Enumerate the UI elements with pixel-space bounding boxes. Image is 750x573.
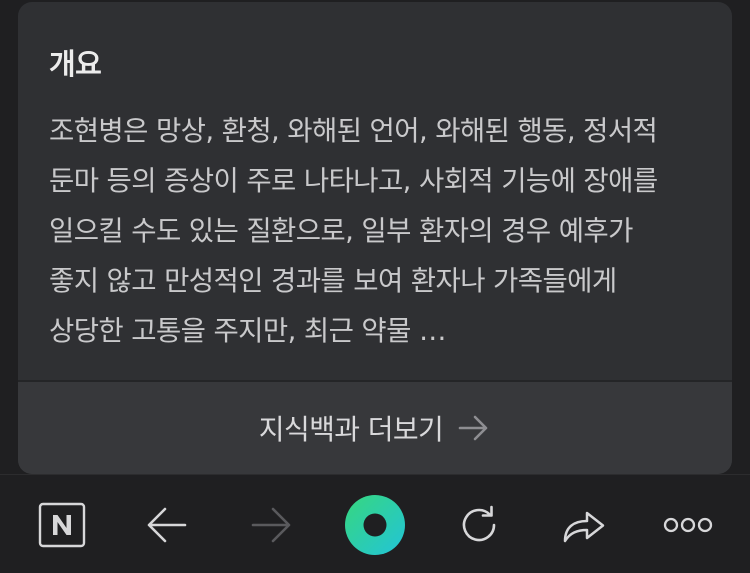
green-dot-icon: [345, 494, 405, 555]
more-button-label: 지식백과 더보기: [258, 413, 444, 446]
more-dots-icon: [663, 517, 713, 532]
encyclopedia-more-button[interactable]: 지식백과 더보기: [18, 382, 732, 474]
page: 개요 조현병은 망상, 환청, 와해된 언어, 와해된 행동, 정서적 둔마 등…: [0, 0, 750, 573]
forward-button[interactable]: [226, 475, 316, 573]
naver-home-button[interactable]: [17, 475, 107, 573]
more-menu-button[interactable]: [643, 475, 733, 573]
arrow-left-icon: [147, 507, 187, 542]
encyclopedia-summary-card: 개요 조현병은 망상, 환청, 와해된 언어, 와해된 행동, 정서적 둔마 등…: [18, 2, 732, 474]
share-icon: [563, 511, 605, 542]
arrow-right-icon: [458, 415, 488, 441]
share-button[interactable]: [539, 475, 629, 573]
card-title: 개요: [49, 47, 102, 81]
bottom-toolbar: [0, 474, 750, 573]
arrow-right-icon: [251, 507, 291, 542]
refresh-button[interactable]: [434, 475, 524, 573]
back-button[interactable]: [122, 475, 212, 573]
card-summary-text: 조현병은 망상, 환청, 와해된 언어, 와해된 행동, 정서적 둔마 등의 증…: [49, 115, 658, 347]
refresh-icon: [462, 505, 496, 541]
n-logo-icon: [38, 502, 86, 547]
green-dot-button[interactable]: [330, 475, 420, 573]
